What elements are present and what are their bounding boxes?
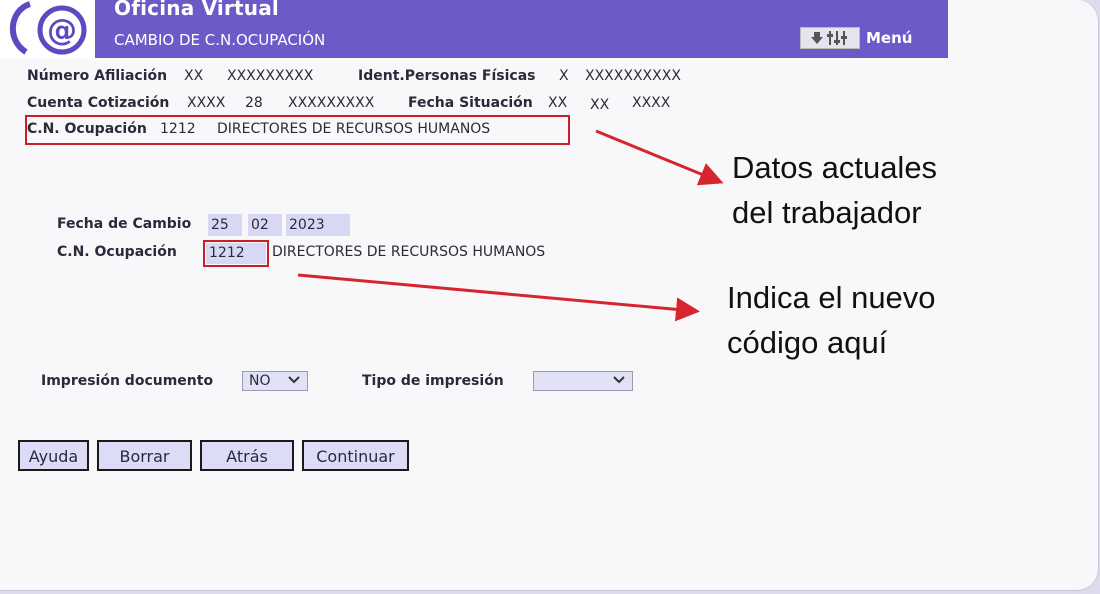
annotation-new-code-line1: Indica el nuevo bbox=[727, 280, 936, 315]
annotation-new-code-line2: código aquí bbox=[727, 325, 888, 360]
annotation-current-data: Datos actuales del trabajador bbox=[732, 145, 937, 235]
annotation-new-code: Indica el nuevo código aquí bbox=[727, 275, 936, 365]
annotation-current-data-line2: del trabajador bbox=[732, 195, 922, 230]
browser-window: @ Oficina Virtual CAMBIO DE C.N.OCUPACIÓ… bbox=[0, 0, 1099, 591]
arrow-to-current-cno bbox=[595, 129, 724, 186]
arrow-to-new-cno bbox=[297, 273, 700, 322]
annotation-current-data-line1: Datos actuales bbox=[732, 150, 938, 185]
